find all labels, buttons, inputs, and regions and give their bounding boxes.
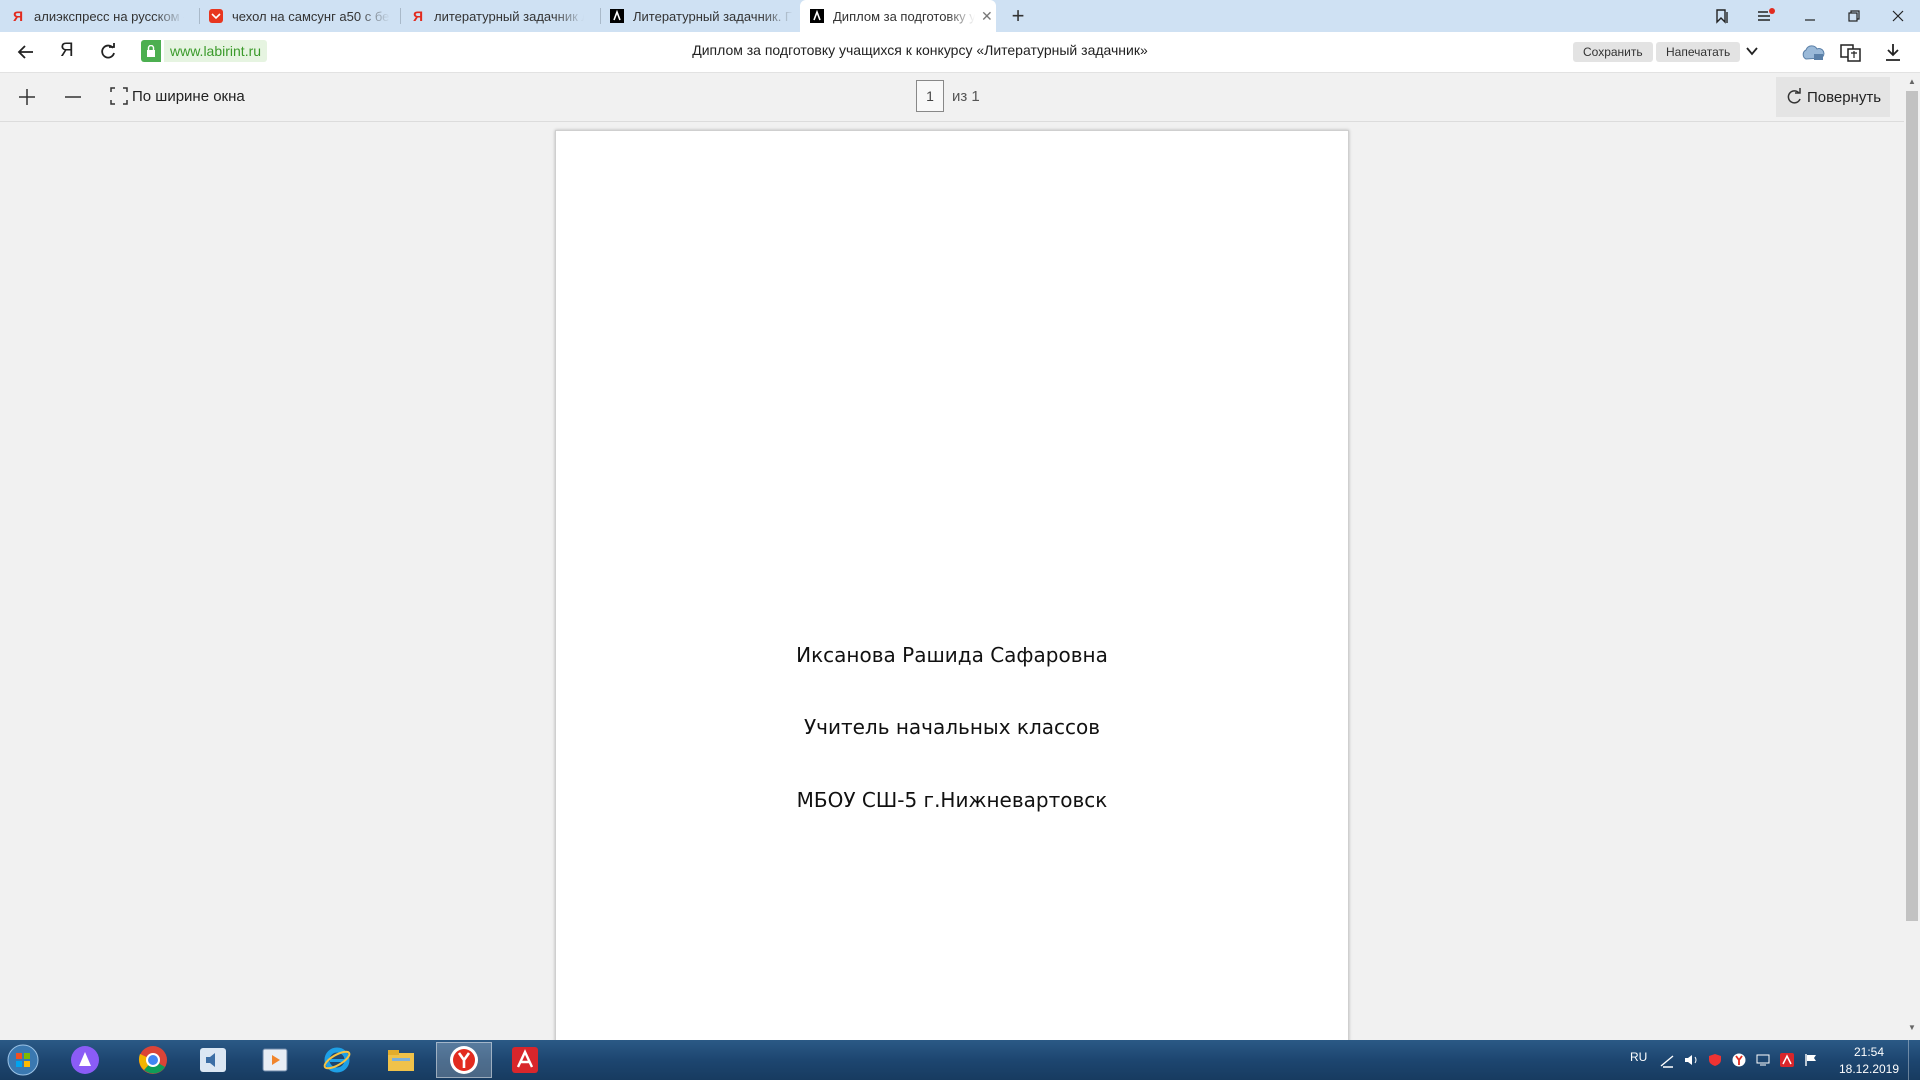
alice-icon[interactable]: [68, 1044, 102, 1076]
scroll-up-icon[interactable]: ▲: [1908, 77, 1916, 86]
translate-icon[interactable]: [1840, 42, 1862, 67]
display-icon[interactable]: [1756, 1053, 1770, 1072]
recipient-name: Иксанова Рашида Сафаровна: [796, 643, 1108, 667]
fit-width-label: По ширине окна: [132, 87, 245, 105]
mail-icon: [208, 8, 224, 24]
menu-icon[interactable]: [1752, 0, 1780, 32]
download-icon[interactable]: [1884, 42, 1902, 67]
lock-icon[interactable]: [141, 40, 161, 62]
volume-icon[interactable]: [1684, 1053, 1700, 1072]
pdf-page: Иксанова Рашида Сафаровна Учитель началь…: [555, 130, 1349, 1062]
rotate-button[interactable]: Повернуть: [1776, 77, 1890, 117]
start-button-icon[interactable]: [6, 1044, 40, 1076]
avira-tray-icon[interactable]: [1780, 1053, 1794, 1072]
back-icon[interactable]: [16, 42, 36, 67]
language-indicator[interactable]: RU: [1630, 1050, 1647, 1064]
save-button[interactable]: Сохранить: [1573, 42, 1653, 62]
yandex-icon: Я: [412, 8, 424, 24]
tab-separator: [199, 8, 200, 24]
cloud-icon[interactable]: [1800, 44, 1826, 67]
restore-button[interactable]: [1840, 0, 1868, 32]
page-title: Диплом за подготовку учащихся к конкурсу…: [692, 42, 1148, 58]
yandex-browser-taskbar-button[interactable]: [436, 1042, 492, 1078]
vertical-scrollbar[interactable]: ▲ ▼: [1904, 73, 1920, 1040]
close-window-button[interactable]: [1884, 0, 1912, 32]
pdf-toolbar: По ширине окна 1 из 1 Повернуть: [0, 73, 1920, 122]
chevron-down-icon[interactable]: [1745, 44, 1759, 63]
new-tab-button[interactable]: +: [1004, 0, 1032, 32]
url-domain[interactable]: www.labirint.ru: [164, 40, 268, 62]
labirint-icon: [609, 8, 625, 24]
close-tab-icon[interactable]: ✕: [981, 8, 993, 25]
show-desktop-button[interactable]: [1908, 1040, 1920, 1080]
file-explorer-icon[interactable]: [384, 1044, 418, 1076]
tab-separator: [400, 8, 401, 24]
tab-title: чехол на самсунг а50 с бесп: [232, 8, 390, 24]
recipient-school: МБОУ СШ-5 г.Нижневартовск: [796, 788, 1108, 812]
tab-title: литературный задачник ла: [434, 8, 584, 24]
rotate-label: Повернуть: [1806, 88, 1882, 106]
tab-samsung-case[interactable]: чехол на самсунг а50 с бесп: [208, 0, 392, 32]
tab-literaturnyy-search[interactable]: Я литературный задачник ла: [410, 0, 592, 32]
yandex-icon: Я: [12, 8, 24, 24]
chrome-icon[interactable]: [136, 1044, 170, 1076]
speaker-app-icon[interactable]: [196, 1044, 230, 1076]
tab-title: Диплом за подготовку у: [833, 8, 975, 24]
clock-time[interactable]: 21:54: [1840, 1045, 1898, 1059]
fit-width-button[interactable]: По ширине окна: [110, 87, 245, 105]
tab-bar: Я алиэкспресс на русском — чехол на самс…: [0, 0, 1920, 32]
tab-diplom-active[interactable]: Диплом за подготовку у ✕: [800, 0, 996, 32]
shield-icon[interactable]: [1708, 1053, 1722, 1072]
page-number-input[interactable]: 1: [916, 80, 944, 112]
labirint-icon: [809, 8, 825, 24]
tab-literaturnyy-labirint[interactable]: Литературный задачник. Г: [609, 0, 793, 32]
rotate-icon: [1787, 88, 1801, 104]
yandex-home-icon[interactable]: Я: [60, 40, 74, 62]
avira-icon[interactable]: [508, 1044, 542, 1076]
zoom-in-icon[interactable]: [18, 88, 36, 111]
yandex-browser-icon: [450, 1046, 478, 1074]
taskbar: RU 21:54 18.12.2019: [0, 1040, 1920, 1080]
scrollbar-thumb[interactable]: [1906, 91, 1918, 921]
clock-date[interactable]: 18.12.2019: [1838, 1062, 1900, 1076]
bookmarks-icon[interactable]: [1708, 0, 1736, 32]
minimize-button[interactable]: [1796, 0, 1824, 32]
yandex-tray-icon[interactable]: [1732, 1053, 1746, 1072]
tab-title: Литературный задачник. Г: [633, 8, 792, 24]
media-player-icon[interactable]: [258, 1044, 292, 1076]
fit-width-icon: [110, 87, 128, 105]
network-icon[interactable]: [1660, 1054, 1674, 1073]
scroll-down-icon[interactable]: ▼: [1908, 1023, 1916, 1032]
recipient-role: Учитель начальных классов: [803, 715, 1101, 739]
internet-explorer-icon[interactable]: [320, 1044, 354, 1076]
tab-aliexpress[interactable]: Я алиэкспресс на русском —: [10, 0, 190, 32]
reload-icon[interactable]: [98, 42, 118, 67]
zoom-out-icon[interactable]: [64, 88, 82, 111]
page-total-label: из 1: [952, 88, 980, 105]
tab-separator: [600, 8, 601, 24]
flag-icon[interactable]: [1804, 1053, 1818, 1072]
print-button[interactable]: Напечатать: [1656, 42, 1741, 62]
tab-title: алиэкспресс на русском —: [34, 8, 184, 24]
